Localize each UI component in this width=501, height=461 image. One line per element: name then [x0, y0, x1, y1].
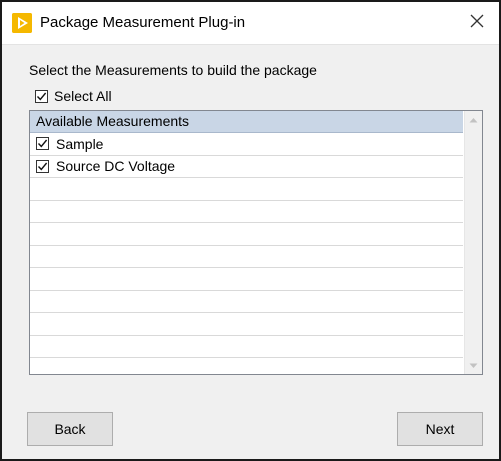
select-all-checkbox[interactable]: Select All: [35, 87, 112, 105]
list-rows: Sample Source DC Voltage: [30, 133, 463, 358]
empty-row: [30, 313, 463, 336]
dialog-window: Package Measurement Plug-in Select the M…: [0, 0, 501, 461]
empty-row: [30, 336, 463, 358]
list-header: Available Measurements: [30, 111, 463, 133]
empty-row: [30, 223, 463, 246]
back-button[interactable]: Back: [27, 412, 113, 446]
dialog-content: Select the Measurements to build the pac…: [2, 45, 499, 459]
checkbox-checked-icon[interactable]: [36, 159, 49, 173]
select-all-label: Select All: [54, 88, 112, 104]
empty-row: [30, 268, 463, 291]
list-item-label: Sample: [56, 135, 104, 152]
play-logo-icon: [12, 13, 32, 33]
empty-row: [30, 201, 463, 223]
instruction-text: Select the Measurements to build the pac…: [29, 62, 317, 78]
close-icon: [470, 14, 484, 33]
window-title: Package Measurement Plug-in: [40, 14, 246, 31]
checkbox-checked-icon[interactable]: [36, 137, 49, 151]
vertical-scrollbar[interactable]: [464, 111, 482, 374]
measurements-list: Available Measurements Sample Source DC …: [29, 110, 483, 375]
list-item-label: Source DC Voltage: [56, 158, 176, 175]
scroll-down-arrow-icon[interactable]: [465, 357, 482, 374]
scroll-up-arrow-icon[interactable]: [465, 111, 482, 128]
close-button[interactable]: [463, 9, 491, 37]
title-bar: Package Measurement Plug-in: [2, 2, 499, 45]
empty-row: [30, 246, 463, 268]
empty-row: [30, 291, 463, 313]
checkbox-checked-icon: [35, 89, 48, 103]
empty-row: [30, 178, 463, 201]
next-button[interactable]: Next: [397, 412, 483, 446]
list-item[interactable]: Sample: [30, 133, 463, 156]
list-item[interactable]: Source DC Voltage: [30, 156, 463, 178]
